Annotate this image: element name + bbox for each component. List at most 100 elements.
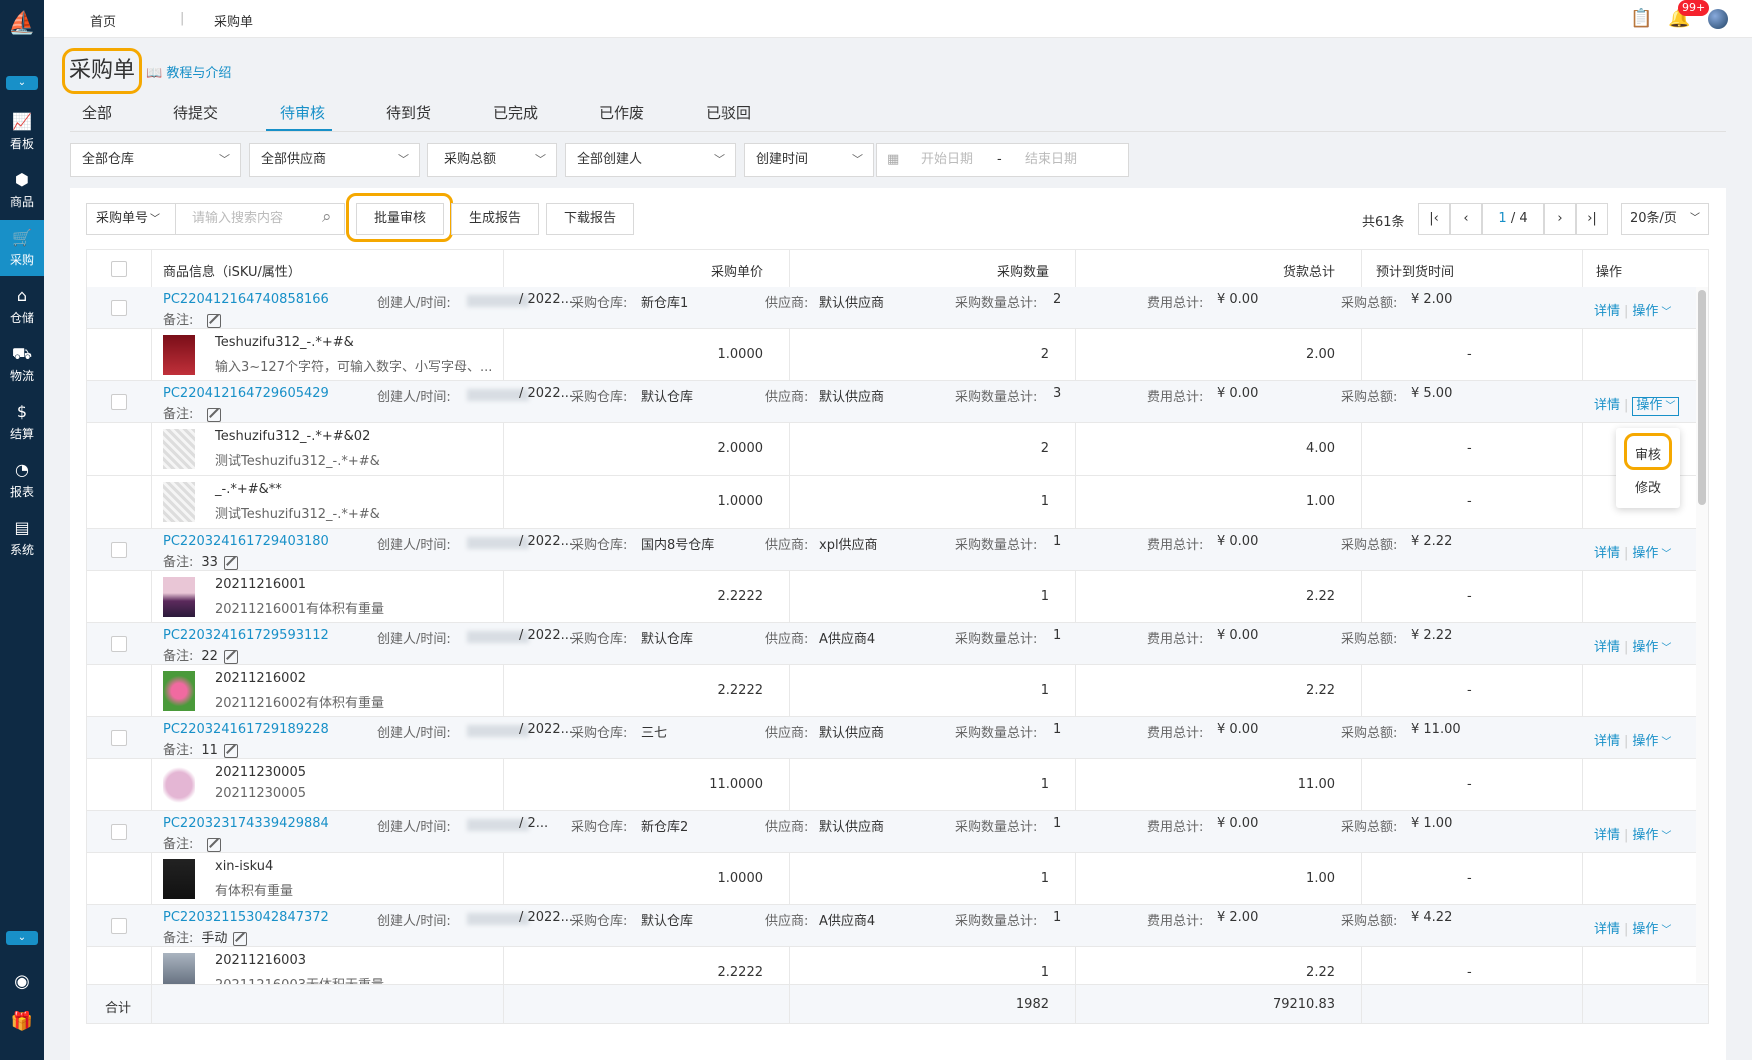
order-number[interactable]: PC220412164740858166 <box>163 292 329 307</box>
breadcrumb-home[interactable]: 首页 <box>90 11 116 30</box>
chevron-down-icon: ﹀ <box>852 153 863 166</box>
row-checkbox[interactable] <box>111 730 127 746</box>
warehouse-select[interactable]: 全部仓库 ﹀ <box>70 143 241 177</box>
generate-report-button[interactable]: 生成报告 <box>451 203 539 235</box>
edit-icon[interactable] <box>207 837 222 852</box>
current-page[interactable]: 1 <box>1498 211 1506 226</box>
app-logo-icon[interactable]: ⛵ <box>6 8 38 40</box>
sidebar-item-settle[interactable]: $ 结算 <box>0 394 44 450</box>
support-icon[interactable]: ◉ <box>10 970 34 994</box>
sidebar-item-chart[interactable]: 📈 看板 <box>0 104 44 160</box>
row-checkbox[interactable] <box>111 824 127 840</box>
page-size-select[interactable]: 20条/页 ﹀ <box>1621 203 1709 235</box>
expand-chevron-icon[interactable]: ⌄ <box>6 931 38 945</box>
tutorial-link[interactable]: 📖 教程与介绍 <box>146 62 231 81</box>
time-select-label: 创建时间 <box>756 152 809 167</box>
prev-page-button[interactable]: ‹ <box>1450 203 1482 235</box>
detail-link[interactable]: 详情 <box>1594 922 1620 937</box>
gift-icon[interactable]: 🎁 <box>10 1010 34 1034</box>
row-checkbox[interactable] <box>111 394 127 410</box>
supplier-label: 供应商: <box>765 538 809 553</box>
quantity: 1 <box>1040 683 1049 698</box>
supplier-label: 供应商: <box>765 296 809 311</box>
select-all-checkbox[interactable] <box>111 261 127 277</box>
remark-label-text: 备注: <box>163 931 194 946</box>
edit-icon[interactable] <box>223 743 238 758</box>
first-page-button[interactable]: |‹ <box>1418 203 1450 235</box>
detail-link[interactable]: 详情 <box>1594 304 1620 319</box>
detail-link[interactable]: 详情 <box>1594 734 1620 749</box>
notification-badge: 99+ <box>1678 0 1710 16</box>
fee-total-label: 费用总计: <box>1147 820 1204 835</box>
edit-icon[interactable] <box>207 313 222 328</box>
operate-dropdown[interactable]: 操作 ﹀ <box>1632 922 1671 937</box>
creator-label: 创建人/时间: <box>377 914 451 929</box>
edit-icon[interactable] <box>207 407 222 422</box>
row-checkbox[interactable] <box>111 300 127 316</box>
calendar-icon: ▦ <box>887 152 900 167</box>
edit-icon[interactable] <box>223 649 238 664</box>
tab-all[interactable]: 全部 <box>82 102 112 123</box>
tab-pending-arrival[interactable]: 待到货 <box>386 102 431 123</box>
time-select[interactable]: 创建时间 ﹀ <box>744 143 874 177</box>
column-divider <box>1075 250 1076 288</box>
detail-link[interactable]: 详情 <box>1594 640 1620 655</box>
sidebar-item-system[interactable]: ▤ 系统 <box>0 510 44 566</box>
order-number[interactable]: PC220412164729605429 <box>163 386 329 401</box>
row-checkbox[interactable] <box>111 542 127 558</box>
order-number[interactable]: PC220324161729403180 <box>163 534 329 549</box>
tab-rejected[interactable]: 已驳回 <box>706 102 751 123</box>
row-checkbox[interactable] <box>111 918 127 934</box>
sidebar-item-cart[interactable]: 🛒 采购 <box>0 220 44 276</box>
end-date-input[interactable]: 结束日期 <box>1025 144 1077 176</box>
operate-dropdown[interactable]: 操作 ﹀ <box>1632 828 1671 843</box>
search-input[interactable]: 请输入搜索内容 <box>175 203 345 235</box>
edit-icon[interactable] <box>223 555 238 570</box>
detail-link[interactable]: 详情 <box>1594 828 1620 843</box>
sidebar-item-box[interactable]: ⬢ 商品 <box>0 162 44 218</box>
next-page-button[interactable]: › <box>1544 203 1576 235</box>
date-range-picker[interactable]: ▦ 开始日期 - 结束日期 <box>876 143 1129 177</box>
sidebar-item-truck[interactable]: ⛟ 物流 <box>0 336 44 392</box>
tab-completed[interactable]: 已完成 <box>493 102 538 123</box>
warehouse-select-label: 全部仓库 <box>82 152 135 167</box>
last-page-button[interactable]: ›| <box>1576 203 1608 235</box>
order-number[interactable]: PC220324161729593112 <box>163 628 329 643</box>
search-type-select[interactable]: 采购单号 ﹀ <box>86 203 176 235</box>
order-number[interactable]: PC220324161729189228 <box>163 722 329 737</box>
document-icon[interactable]: 📋 <box>1630 8 1652 29</box>
breadcrumb-current[interactable]: 采购单 <box>214 11 253 30</box>
page-indicator[interactable]: 1 / 4 <box>1482 203 1544 235</box>
amount-select[interactable]: 采购总额 ﹀ <box>427 143 557 177</box>
search-icon[interactable]: ⌕ <box>322 207 332 227</box>
tab-pending-submit[interactable]: 待提交 <box>173 102 218 123</box>
edit-menu-item[interactable]: 修改 <box>1635 477 1661 496</box>
collapse-chevron-icon[interactable]: ⌄ <box>6 76 38 90</box>
operate-dropdown[interactable]: 操作 ﹀ <box>1632 640 1671 655</box>
operate-dropdown[interactable]: 操作 ﹀ <box>1632 546 1671 561</box>
amount-select-label: 采购总额 <box>444 152 497 167</box>
detail-link[interactable]: 详情 <box>1594 398 1620 413</box>
start-date-input[interactable]: 开始日期 <box>921 144 973 176</box>
fee-total-value: ¥ 0.00 <box>1217 816 1259 831</box>
sidebar-item-warehouse[interactable]: ⌂ 仓储 <box>0 278 44 334</box>
sidebar-item-pie[interactable]: ◔ 报表 <box>0 452 44 508</box>
creator-select[interactable]: 全部创建人 ﹀ <box>565 143 736 177</box>
row-checkbox[interactable] <box>111 636 127 652</box>
sidebar-item-label: 报表 <box>9 485 34 499</box>
column-divider <box>151 329 152 381</box>
supplier-select[interactable]: 全部供应商 ﹀ <box>249 143 420 177</box>
download-report-button[interactable]: 下载报告 <box>546 203 634 235</box>
operate-dropdown[interactable]: 操作 ﹀ <box>1632 304 1671 319</box>
operate-dropdown[interactable]: 操作 ﹀ <box>1632 734 1671 749</box>
tab-pending-review[interactable]: 待审核 <box>280 102 325 123</box>
avatar[interactable] <box>1708 9 1728 29</box>
order-number[interactable]: PC220321153042847372 <box>163 910 329 925</box>
tab-voided[interactable]: 已作废 <box>599 102 644 123</box>
product-thumbnail <box>163 577 195 617</box>
detail-link[interactable]: 详情 <box>1594 546 1620 561</box>
scrollbar-thumb[interactable] <box>1698 290 1706 505</box>
order-number[interactable]: PC220323174339429884 <box>163 816 329 831</box>
edit-icon[interactable] <box>233 931 248 946</box>
operate-dropdown[interactable]: 操作 ﹀ <box>1632 397 1680 416</box>
